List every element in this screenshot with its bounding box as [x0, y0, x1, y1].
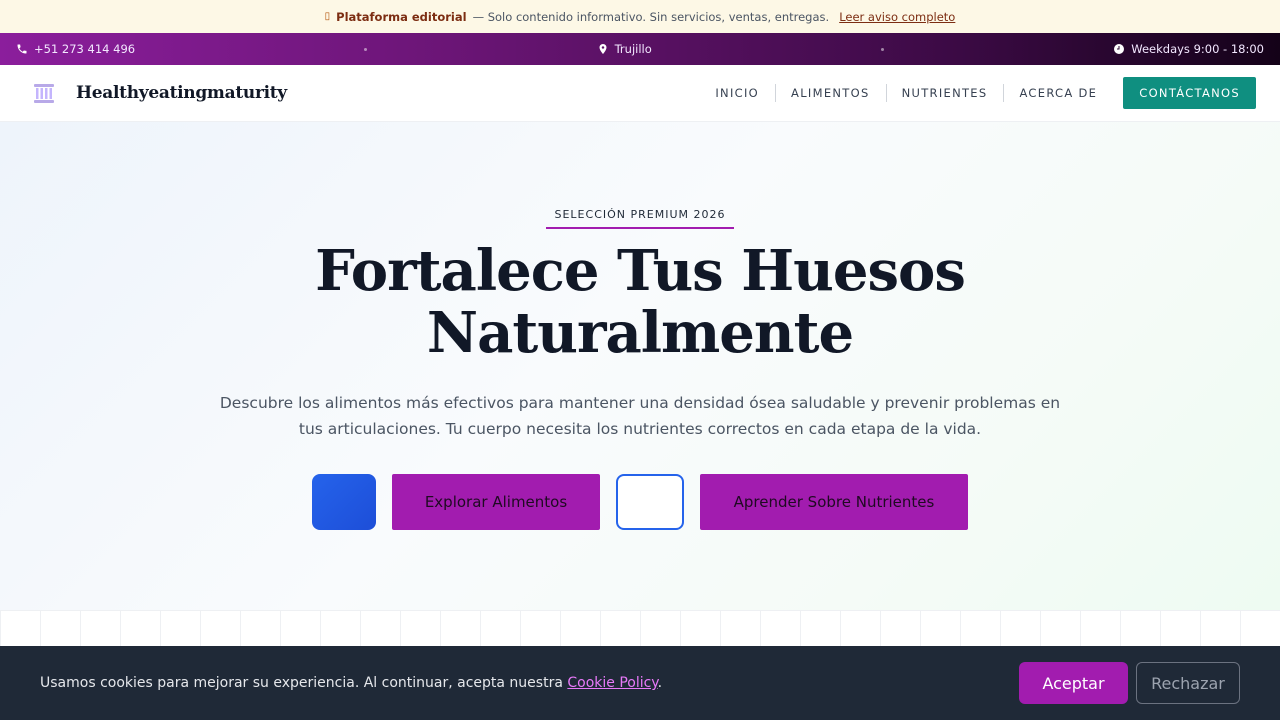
editorial-notice-bar: ▯ Plataforma editorial — Solo contenido …	[0, 0, 1280, 33]
location-info: Trujillo	[597, 42, 652, 56]
premium-badge: SELECCIÓN PREMIUM 2026	[546, 208, 734, 229]
nav-item-acerca-de[interactable]: ACERCA DE	[1003, 84, 1113, 102]
hours-info: Weekdays 9:00 - 18:00	[1113, 42, 1264, 56]
hero-section: SELECCIÓN PREMIUM 2026 Fortalece Tus Hue…	[0, 122, 1280, 610]
location-pin-icon	[599, 44, 607, 54]
hero-subtitle: Descubre los alimentos más efectivos par…	[219, 394, 1061, 438]
cookie-actions: Aceptar Rechazar	[1019, 662, 1240, 704]
top-info-bar: +51 273 414 496 Trujillo Weekdays 9:00 -…	[0, 33, 1280, 65]
nav-item-nutrientes[interactable]: NUTRIENTES	[885, 84, 1004, 102]
blue-square-button[interactable]	[312, 474, 376, 530]
notice-title: Plataforma editorial	[336, 9, 467, 24]
column-pillar-icon[interactable]	[32, 81, 56, 105]
separator-dot	[881, 47, 885, 51]
reject-cookies-button[interactable]: Rechazar	[1136, 662, 1240, 704]
explore-foods-button[interactable]: Explorar Alimentos	[392, 474, 600, 530]
brand-name[interactable]: Healthyeatingmaturity	[76, 83, 287, 103]
accept-cookies-button[interactable]: Aceptar	[1019, 662, 1128, 704]
outline-square-button[interactable]	[616, 474, 684, 530]
phone-info[interactable]: +51 273 414 496	[16, 42, 135, 56]
cookie-banner: Usamos cookies para mejorar su experienc…	[0, 646, 1280, 720]
hours-text: Weekdays 9:00 - 18:00	[1131, 42, 1264, 56]
hero-buttons: Explorar Alimentos Aprender Sobre Nutrie…	[312, 474, 968, 530]
grid-pattern-strip	[0, 610, 1280, 646]
nav-item-inicio[interactable]: INICIO	[699, 86, 775, 100]
location-text: Trujillo	[614, 42, 652, 56]
cookie-policy-link[interactable]: Cookie Policy	[567, 675, 657, 691]
nav-item-alimentos[interactable]: ALIMENTOS	[775, 84, 886, 102]
notice-text: — Solo contenido informativo. Sin servic…	[472, 9, 830, 24]
hero-title-line-1: Fortalece Tus Huesos	[315, 238, 966, 304]
separator-dot	[364, 47, 368, 51]
notice-read-more-link[interactable]: Leer aviso completo	[839, 10, 955, 24]
cookie-text-wrapper: Usamos cookies para mejorar su experienc…	[40, 675, 662, 691]
warning-icon: ▯	[324, 11, 331, 22]
cookie-period: .	[657, 675, 663, 691]
hero-title-line-2: Naturalmente	[426, 300, 854, 366]
cookie-message: Usamos cookies para mejorar su experienc…	[40, 675, 563, 691]
clock-icon	[1114, 44, 1125, 54]
phone-number: +51 273 414 496	[34, 42, 136, 56]
hero-title: Fortalece Tus Huesos Naturalmente	[0, 240, 1280, 364]
learn-nutrients-button[interactable]: Aprender Sobre Nutrientes	[700, 474, 968, 530]
main-navigation: INICIO ALIMENTOS NUTRIENTES ACERCA DE CO…	[699, 77, 1256, 109]
site-header: Healthyeatingmaturity INICIO ALIMENTOS N…	[0, 65, 1280, 122]
contact-button[interactable]: CONTÁCTANOS	[1123, 77, 1256, 109]
phone-icon	[17, 44, 27, 54]
